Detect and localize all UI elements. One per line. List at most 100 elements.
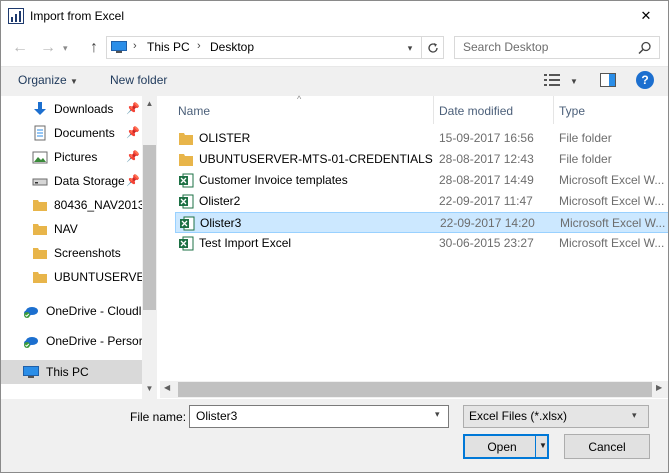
sidebar-item-documents[interactable]: Documents 📌 — [0, 121, 142, 145]
sidebar-item-downloads[interactable]: Downloads 📌 — [0, 97, 142, 121]
sidebar-item-label: Downloads — [54, 102, 114, 116]
help-icon[interactable]: ? — [636, 71, 654, 89]
breadcrumb-separator-icon: › — [133, 40, 137, 52]
file-name: OLISTER — [199, 131, 251, 145]
pictures-icon — [32, 151, 48, 164]
file-type: Microsoft Excel W... — [560, 216, 666, 230]
new-folder-button[interactable]: New folder — [110, 73, 167, 87]
pin-icon: 📌 — [126, 175, 140, 187]
file-row-olister[interactable]: OLISTER 15-09-2017 16:56 File folder — [175, 128, 669, 149]
file-name-dropdown-chevron-icon[interactable]: ▾ — [435, 409, 440, 420]
forward-arrow-icon[interactable]: → — [38, 38, 58, 58]
file-name: Olister3 — [200, 216, 242, 230]
sidebar-item-label: OneDrive - Persor — [46, 334, 142, 348]
breadcrumb-desktop[interactable]: Desktop — [210, 40, 254, 54]
close-button[interactable]: ✕ — [626, 2, 666, 30]
search-placeholder: Search Desktop — [463, 40, 549, 54]
address-dropdown-chevron-icon[interactable]: ▾ — [403, 40, 417, 56]
sidebar-item-label: Data Storage — [54, 174, 125, 188]
sidebar-item-screenshots[interactable]: Screenshots — [0, 241, 142, 265]
folder-icon — [33, 224, 47, 235]
scroll-left-icon[interactable]: ◀ — [164, 383, 170, 392]
refresh-button[interactable] — [421, 37, 443, 58]
file-row-olister3[interactable]: Olister3 22-09-2017 14:20 Microsoft Exce… — [175, 212, 669, 233]
sort-ascending-icon: ^ — [297, 94, 302, 104]
folder-icon — [33, 248, 47, 259]
excel-icon — [179, 173, 194, 188]
file-type-dropdown-chevron-icon[interactable]: ▾ — [632, 410, 637, 421]
command-bar — [0, 66, 669, 96]
sidebar-item-this-pc[interactable]: This PC — [0, 360, 142, 384]
folder-icon — [33, 272, 47, 283]
column-header-date[interactable]: Date modified — [439, 104, 513, 118]
file-row-olister2[interactable]: Olister2 22-09-2017 11:47 Microsoft Exce… — [175, 191, 669, 212]
view-options-chevron-icon[interactable]: ▼ — [570, 77, 578, 86]
sidebar-item-data-storage[interactable]: Data Storage 📌 — [0, 169, 142, 193]
file-type: Microsoft Excel W... — [559, 173, 665, 187]
file-type-select[interactable]: Excel Files (*.xlsx) ▾ — [463, 405, 649, 428]
file-type: Microsoft Excel W... — [559, 236, 665, 250]
sidebar-item-label: Screenshots — [54, 246, 121, 260]
file-name-value: Olister3 — [196, 409, 238, 423]
scroll-right-icon[interactable]: ▶ — [656, 383, 662, 392]
sidebar-item-onedrive-cloud[interactable]: OneDrive - Cloudl — [0, 299, 142, 323]
file-name-field[interactable]: Olister3 ▾ — [189, 405, 449, 428]
file-date: 15-09-2017 16:56 — [439, 131, 534, 145]
pin-icon: 📌 — [126, 151, 140, 163]
file-date: 28-08-2017 14:49 — [439, 173, 534, 187]
file-type: File folder — [559, 131, 612, 145]
column-divider[interactable] — [553, 96, 554, 124]
split-divider — [535, 436, 536, 457]
scroll-up-icon[interactable]: ▲ — [143, 98, 156, 110]
sidebar-item-onedrive-personal[interactable]: OneDrive - Persor — [0, 329, 142, 353]
cancel-button-label: Cancel — [588, 440, 626, 454]
folder-icon — [33, 200, 47, 211]
horizontal-scroll-thumb[interactable] — [178, 382, 652, 397]
sidebar-item-label: This PC — [46, 365, 89, 379]
open-button-label: Open — [487, 440, 517, 454]
sidebar-item-label: Documents — [54, 126, 115, 140]
open-options-chevron-icon[interactable]: ▼ — [539, 441, 547, 450]
refresh-icon — [427, 42, 438, 53]
organize-menu-button[interactable]: Organize — [18, 73, 67, 87]
this-pc-icon — [23, 366, 39, 378]
onedrive-icon — [24, 337, 38, 348]
sidebar-item-label: NAV — [54, 222, 78, 236]
file-name: Olister2 — [199, 194, 241, 208]
folder-icon — [179, 133, 193, 145]
preview-pane-icon[interactable] — [600, 73, 616, 87]
scroll-down-icon[interactable]: ▼ — [143, 383, 156, 395]
sidebar-scroll-thumb[interactable] — [143, 145, 156, 310]
file-row-customer-invoice-templates[interactable]: Customer Invoice templates 28-08-2017 14… — [175, 170, 669, 191]
this-pc-icon — [111, 41, 127, 53]
file-type: File folder — [559, 152, 612, 166]
column-header-name[interactable]: Name — [178, 104, 210, 118]
sidebar-item-nav[interactable]: NAV — [0, 217, 142, 241]
file-name: Test Import Excel — [199, 236, 292, 250]
sidebar-item-label: 80436_NAV2013_ — [54, 198, 142, 212]
change-view-icon[interactable] — [544, 73, 560, 87]
cancel-button[interactable]: Cancel — [564, 434, 650, 459]
up-arrow-icon[interactable]: ↑ — [84, 38, 104, 58]
download-icon — [34, 102, 46, 115]
file-row-test-import-excel[interactable]: Test Import Excel 30-06-2015 23:27 Micro… — [175, 233, 669, 254]
excel-import-app-icon — [8, 8, 24, 24]
file-name: Customer Invoice templates — [199, 173, 348, 187]
organize-dropdown-chevron-icon[interactable]: ▼ — [70, 77, 78, 86]
file-row-ubuntuserver-credentials[interactable]: UBUNTUSERVER-MTS-01-CREDENTIALS 28-08-20… — [175, 149, 669, 170]
sidebar-item-80436-nav2013[interactable]: 80436_NAV2013_ — [0, 193, 142, 217]
column-header-type[interactable]: Type — [559, 104, 585, 118]
back-arrow-icon[interactable]: ← — [10, 38, 30, 58]
file-type: Microsoft Excel W... — [559, 194, 665, 208]
recent-locations-chevron-icon[interactable]: ▾ — [63, 40, 75, 56]
sidebar-item-ubuntuserver[interactable]: UBUNTUSERVER — [0, 265, 142, 289]
search-input[interactable]: Search Desktop — [454, 36, 660, 59]
address-bar[interactable]: › This PC › Desktop ▾ — [106, 36, 444, 59]
file-name-label: File name: — [130, 410, 187, 424]
breadcrumb-separator-icon: › — [197, 40, 201, 52]
open-button[interactable]: Open ▼ — [463, 434, 549, 459]
column-divider[interactable] — [433, 96, 434, 124]
breadcrumb-this-pc[interactable]: This PC — [147, 40, 190, 54]
sidebar-item-pictures[interactable]: Pictures 📌 — [0, 145, 142, 169]
navigation-pane: Downloads 📌 Documents 📌 Pictures 📌 Data … — [0, 96, 157, 399]
